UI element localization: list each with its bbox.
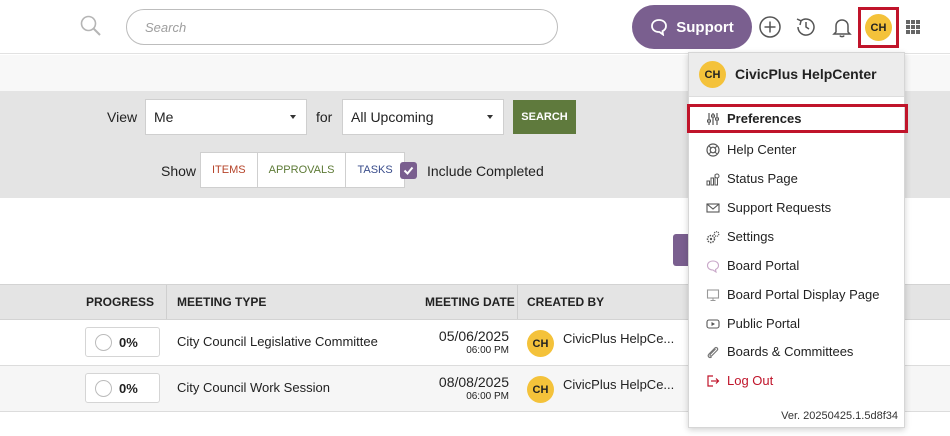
menu-item-preferences[interactable]: Preferences xyxy=(687,104,908,133)
column-divider xyxy=(166,285,167,319)
version-label: Ver. 20250425.1.5d8f34 xyxy=(781,410,898,422)
view-select[interactable]: Me xyxy=(145,99,307,135)
progress-ring-icon xyxy=(95,379,112,397)
user-menu-header: CH CivicPlus HelpCenter xyxy=(689,53,904,97)
menu-item-log-out[interactable]: Log Out xyxy=(689,366,904,395)
bell-icon[interactable] xyxy=(830,15,854,39)
check-icon xyxy=(403,166,414,175)
menu-item-label: Public Portal xyxy=(727,316,800,331)
add-icon[interactable] xyxy=(758,15,782,39)
meeting-time: 06:00 PM xyxy=(466,391,509,402)
top-bar: Support CH xyxy=(0,0,950,54)
menu-item-label: Support Requests xyxy=(727,200,832,215)
logout-icon xyxy=(707,374,720,387)
menu-item-label: Settings xyxy=(727,229,774,244)
user-menu: CH CivicPlus HelpCenter Preferences Help… xyxy=(687,52,908,428)
toggle-approvals[interactable]: APPROVALS xyxy=(258,153,347,187)
view-label: View xyxy=(107,109,138,125)
column-meeting-date[interactable]: MEETING DATE xyxy=(425,285,515,319)
status-chart-icon xyxy=(706,173,720,185)
menu-item-support-requests[interactable]: Support Requests xyxy=(689,193,904,222)
meeting-date: 05/06/2025 xyxy=(438,328,509,344)
meeting-type[interactable]: City Council Legislative Committee xyxy=(177,334,378,349)
range-select-value: All Upcoming xyxy=(351,109,434,125)
menu-item-board-portal[interactable]: Board Portal xyxy=(689,251,904,280)
avatar: CH xyxy=(527,330,554,357)
paperclip-icon xyxy=(707,346,719,358)
avatar: CH xyxy=(865,14,892,41)
menu-item-label: Board Portal Display Page xyxy=(727,287,880,302)
menu-item-public-portal[interactable]: Public Portal xyxy=(689,309,904,338)
search-button[interactable]: SEARCH xyxy=(513,100,576,134)
sliders-icon xyxy=(707,112,719,125)
menu-item-label: Status Page xyxy=(727,171,798,186)
history-icon[interactable] xyxy=(794,15,818,39)
toggle-tasks[interactable]: TASKS xyxy=(346,153,403,187)
user-name: CivicPlus HelpCenter xyxy=(735,66,877,82)
video-icon xyxy=(706,318,720,329)
progress-value: 0% xyxy=(119,334,138,350)
menu-item-label: Board Portal xyxy=(727,258,800,273)
search-input[interactable] xyxy=(126,9,558,45)
chat-icon xyxy=(651,19,668,36)
user-menu-toggle[interactable]: CH xyxy=(858,7,899,48)
show-toggle-group: ITEMS APPROVALS TASKS xyxy=(200,152,405,188)
progress-ring-icon xyxy=(95,333,112,351)
chat-bubble-icon xyxy=(706,259,720,273)
column-created-by[interactable]: CREATED BY xyxy=(527,285,604,319)
envelope-icon xyxy=(706,202,720,213)
menu-item-label: Help Center xyxy=(727,142,797,157)
progress-indicator: 0% xyxy=(85,327,160,357)
menu-item-boards-committees[interactable]: Boards & Committees xyxy=(689,337,904,366)
progress-indicator: 0% xyxy=(85,373,160,403)
lifebuoy-icon xyxy=(706,142,720,157)
gears-icon xyxy=(706,230,720,243)
search-icon[interactable] xyxy=(78,13,104,39)
avatar: CH xyxy=(527,376,554,403)
created-by: CivicPlus HelpCe... xyxy=(563,377,675,392)
menu-item-label: Preferences xyxy=(727,111,802,126)
include-completed-label: Include Completed xyxy=(427,163,544,179)
meeting-type[interactable]: City Council Work Session xyxy=(177,380,330,395)
menu-item-help-center[interactable]: Help Center xyxy=(689,135,904,164)
range-select[interactable]: All Upcoming xyxy=(342,99,504,135)
for-label: for xyxy=(316,109,333,125)
support-button[interactable]: Support xyxy=(632,5,752,49)
menu-item-status-page[interactable]: Status Page xyxy=(689,164,904,193)
chevron-down-icon xyxy=(487,115,493,119)
avatar: CH xyxy=(699,61,726,88)
show-label: Show xyxy=(161,163,197,179)
column-progress[interactable]: PROGRESS xyxy=(86,285,154,319)
view-select-value: Me xyxy=(154,109,174,125)
meeting-time: 06:00 PM xyxy=(466,345,509,356)
toggle-items[interactable]: ITEMS xyxy=(201,153,258,187)
apps-grid-icon[interactable] xyxy=(906,20,920,34)
menu-item-label: Boards & Committees xyxy=(727,344,854,359)
menu-item-board-portal-display[interactable]: Board Portal Display Page xyxy=(689,280,904,309)
column-meeting-type[interactable]: MEETING TYPE xyxy=(177,285,266,319)
chevron-down-icon xyxy=(290,115,296,119)
menu-item-settings[interactable]: Settings xyxy=(689,222,904,251)
column-divider xyxy=(517,285,518,319)
meeting-date: 08/08/2025 xyxy=(438,374,509,390)
menu-item-label: Log Out xyxy=(727,373,774,388)
created-by: CivicPlus HelpCe... xyxy=(563,331,675,346)
monitor-icon xyxy=(706,288,720,301)
progress-value: 0% xyxy=(119,380,138,396)
include-completed-checkbox[interactable] xyxy=(400,162,417,179)
support-label: Support xyxy=(676,18,734,36)
